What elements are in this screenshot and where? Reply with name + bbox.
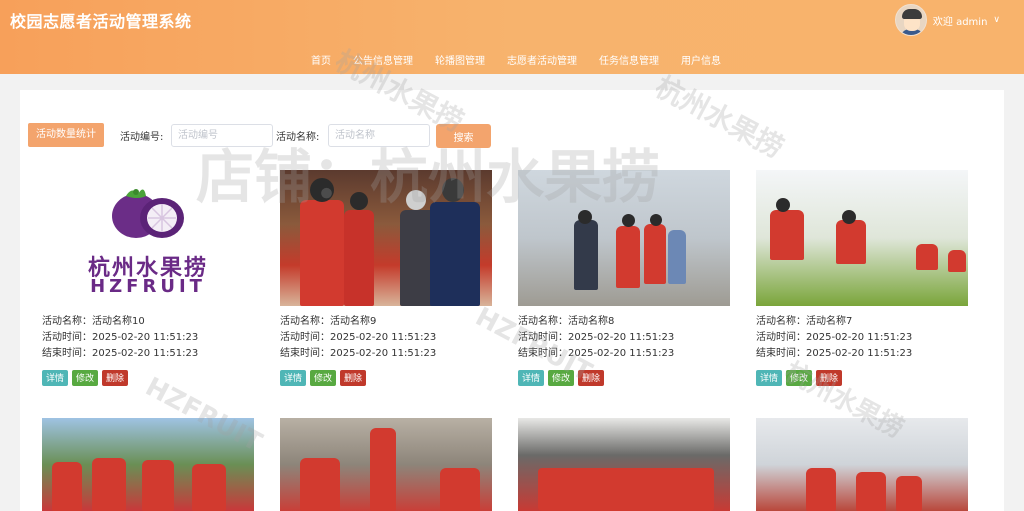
avatar[interactable] (894, 4, 927, 36)
app-title: 校园志愿者活动管理系统 (10, 12, 192, 31)
activity-image[interactable] (518, 418, 730, 511)
activity-image[interactable] (280, 418, 492, 511)
activity-time: 活动时间：2025-02-20 11:51:23 (42, 332, 199, 343)
welcome-text: 欢迎 admin (932, 16, 988, 28)
activity-time: 活动时间：2025-02-20 11:51:23 (518, 332, 675, 343)
top-header: 校园志愿者活动管理系统 首页 公告信息管理 轮播图管理 志愿者活动管理 任务信息… (0, 0, 1024, 74)
nav-user[interactable]: 用户信息 (670, 52, 732, 67)
activity-card: 杭州水果捞 HZFRUIT 活动名称：活动名称10 活动时间：2025-02-2… (42, 170, 254, 386)
card-info: 活动名称：活动名称10 活动时间：2025-02-20 11:51:23 结束时… (42, 314, 254, 362)
delete-button[interactable]: 删除 (578, 370, 605, 386)
activity-stat-button[interactable]: 活动数量统计 (28, 123, 104, 147)
activity-name-label: 活动名称: (276, 132, 320, 143)
edit-button[interactable]: 修改 (786, 370, 813, 386)
delete-button[interactable]: 删除 (816, 370, 843, 386)
nav-notice[interactable]: 公告信息管理 (342, 52, 424, 67)
activity-image[interactable] (42, 418, 254, 511)
activity-image[interactable] (756, 170, 968, 306)
activity-end-time: 结束时间：2025-02-20 11:51:23 (518, 348, 675, 359)
activity-card (518, 418, 730, 511)
main-nav: 首页 公告信息管理 轮播图管理 志愿者活动管理 任务信息管理 用户信息 (300, 52, 732, 67)
detail-button[interactable]: 详情 (280, 370, 307, 386)
activity-card (280, 418, 492, 511)
activity-card: 活动名称：活动名称7 活动时间：2025-02-20 11:51:23 结束时间… (756, 170, 968, 386)
activity-image[interactable] (280, 170, 492, 306)
activity-end-time: 结束时间：2025-02-20 11:51:23 (280, 348, 437, 359)
activity-card: 活动名称：活动名称9 活动时间：2025-02-20 11:51:23 结束时间… (280, 170, 492, 386)
main-panel: 活动数量统计 活动编号: 活动名称: 搜索 杭州水果捞 HZFRUIT 活动名称… (20, 90, 1004, 511)
activity-name: 活动名称：活动名称10 (42, 316, 145, 327)
activity-name: 活动名称：活动名称8 (518, 316, 615, 327)
nav-home[interactable]: 首页 (300, 52, 342, 67)
delete-button[interactable]: 删除 (102, 370, 129, 386)
search-button[interactable]: 搜索 (436, 124, 491, 148)
activity-card (42, 418, 254, 511)
activity-name: 活动名称：活动名称7 (756, 316, 853, 327)
activity-name: 活动名称：活动名称9 (280, 316, 377, 327)
activity-code-input[interactable] (171, 124, 273, 147)
activity-image[interactable] (756, 418, 968, 511)
edit-button[interactable]: 修改 (310, 370, 337, 386)
activity-time: 活动时间：2025-02-20 11:51:23 (756, 332, 913, 343)
detail-button[interactable]: 详情 (518, 370, 545, 386)
edit-button[interactable]: 修改 (548, 370, 575, 386)
activity-time: 活动时间：2025-02-20 11:51:23 (280, 332, 437, 343)
activity-code-label: 活动编号: (120, 132, 164, 143)
chevron-down-icon[interactable]: ∨ (993, 15, 1000, 25)
activity-image[interactable] (518, 170, 730, 306)
detail-button[interactable]: 详情 (756, 370, 783, 386)
activity-image[interactable]: 杭州水果捞 HZFRUIT (42, 170, 254, 306)
mangosteen-logo-icon (112, 189, 184, 238)
delete-button[interactable]: 删除 (340, 370, 367, 386)
nav-carousel[interactable]: 轮播图管理 (424, 52, 496, 67)
activity-end-time: 结束时间：2025-02-20 11:51:23 (756, 348, 913, 359)
activity-card: 活动名称：活动名称8 活动时间：2025-02-20 11:51:23 结束时间… (518, 170, 730, 386)
brand-name-en: HZFRUIT (90, 276, 206, 297)
nav-volunteer-activity[interactable]: 志愿者活动管理 (496, 52, 588, 67)
nav-task[interactable]: 任务信息管理 (588, 52, 670, 67)
detail-button[interactable]: 详情 (42, 370, 69, 386)
edit-button[interactable]: 修改 (72, 370, 99, 386)
activity-name-input[interactable] (328, 124, 430, 147)
activity-card (756, 418, 968, 511)
user-menu[interactable]: 欢迎 admin ∨ (894, 4, 1000, 36)
activity-end-time: 结束时间：2025-02-20 11:51:23 (42, 348, 199, 359)
